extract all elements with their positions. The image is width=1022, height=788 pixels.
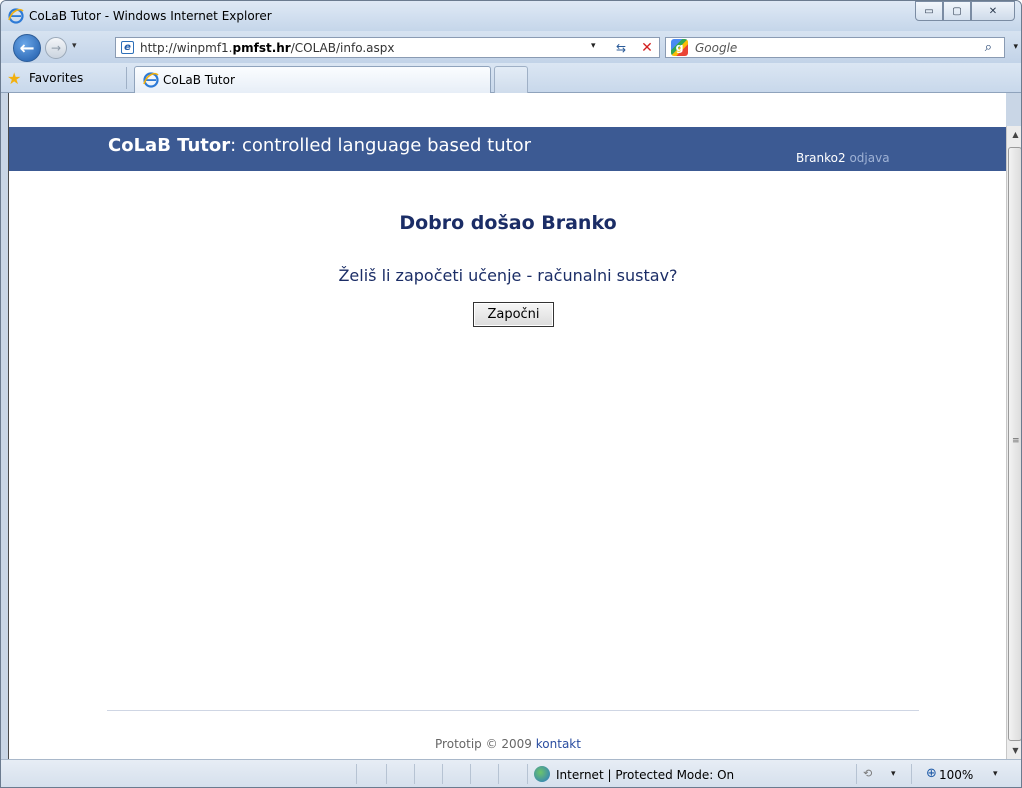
zoom-dropdown[interactable]: ▾ [993,769,998,779]
title-bar: CoLaB Tutor - Windows Internet Explorer … [1,1,1021,31]
contact-link[interactable]: kontakt [536,737,581,751]
tab-colab-tutor[interactable]: CoLaB Tutor [134,66,491,93]
forward-button[interactable]: → [45,37,67,59]
stop-icon: ✕ [641,39,653,56]
grip-icon: ≡ [1012,436,1020,446]
stop-button[interactable]: ✕ [637,39,657,56]
status-divider [470,764,471,784]
zoom-icon[interactable]: ⊕ [926,766,937,781]
url-prefix: http://winpmf1. [140,41,233,55]
favorites-star-icon[interactable]: ★ [7,69,21,88]
ie-icon [143,72,159,88]
page-footer: Prototip © 2009 kontakt [9,737,1006,751]
back-arrow-icon: ← [19,37,35,59]
zoom-level[interactable]: 100% [939,768,973,782]
ie-icon [8,8,24,24]
status-divider [386,764,387,784]
status-divider [856,764,857,784]
url-domain: pmfst.hr [232,41,291,55]
username: Branko2 [796,151,846,165]
status-divider [498,764,499,784]
refresh-icon: ⇆ [615,40,627,55]
tab-label: CoLaB Tutor [163,73,235,87]
status-bar: Internet | Protected Mode: On ⟲ ▾ ⊕ 100%… [1,759,1021,787]
close-button[interactable]: ✕ [971,1,1015,21]
footer-text: Prototip © 2009 [435,737,532,751]
protected-mode-icon[interactable]: ⟲ [863,767,872,780]
scroll-down-arrow-icon[interactable]: ▼ [1007,742,1021,759]
globe-icon [534,766,550,782]
footer-divider [107,710,919,711]
vertical-scrollbar[interactable]: ▲ ≡ ▼ [1006,126,1021,759]
recent-pages-dropdown[interactable]: ▾ [72,41,77,51]
status-divider [414,764,415,784]
favorites-bar: ★ Favorites CoLaB Tutor [1,63,1021,93]
minimize-button[interactable]: ▭ [915,1,943,21]
search-options-dropdown[interactable]: ▾ [1013,42,1018,52]
brand-name: CoLaB Tutor [108,135,231,156]
navigation-bar: ← → ▾ e http://winpmf1.pmfst.hr/COLAB/in… [1,31,1021,63]
google-icon: g [671,39,688,56]
status-divider [356,764,357,784]
scroll-up-arrow-icon[interactable]: ▲ [1007,126,1021,143]
forward-arrow-icon: → [50,41,62,55]
security-zone-text[interactable]: Internet | Protected Mode: On [556,768,734,782]
scroll-thumb[interactable]: ≡ [1008,147,1021,741]
new-tab-button[interactable] [494,66,528,93]
maximize-button[interactable]: ▢ [943,1,971,21]
brand-tagline: : controlled language based tutor [230,135,532,156]
logout-link[interactable]: odjava [849,151,889,165]
browser-window: CoLaB Tutor - Windows Internet Explorer … [0,0,1022,788]
status-divider [442,764,443,784]
window-title: CoLaB Tutor - Windows Internet Explorer [29,9,272,23]
page-viewport: CoLaB Tutor: controlled language based t… [8,93,1006,759]
address-bar[interactable]: e http://winpmf1.pmfst.hr/COLAB/info.asp… [115,37,660,58]
search-icon[interactable]: ⌕ [985,40,992,55]
status-divider [911,764,912,784]
search-placeholder: Google [695,41,738,55]
status-divider [527,764,528,784]
page-icon: e [121,41,134,54]
site-header: CoLaB Tutor: controlled language based t… [9,127,1006,171]
url-text[interactable]: http://winpmf1.pmfst.hr/COLAB/info.aspx [140,41,394,55]
window-controls: ▭ ▢ ✕ [915,1,1015,22]
welcome-heading: Dobro došao Branko [399,212,617,234]
refresh-button[interactable]: ⇆ [611,39,631,56]
user-area: Branko2 odjava [796,151,890,165]
start-button[interactable]: Započni [473,302,554,327]
url-path: /COLAB/info.aspx [290,41,395,55]
divider [126,67,127,89]
favorites-button[interactable]: Favorites [29,71,83,85]
site-brand: CoLaB Tutor: controlled language based t… [108,135,531,156]
protected-mode-dropdown[interactable]: ▾ [891,769,896,779]
address-dropdown[interactable]: ▾ [591,41,596,51]
start-question: Želiš li započeti učenje - računalni sus… [338,266,678,285]
back-button[interactable]: ← [13,34,41,62]
search-box[interactable]: g Google ⌕ ▾ [665,37,1018,58]
